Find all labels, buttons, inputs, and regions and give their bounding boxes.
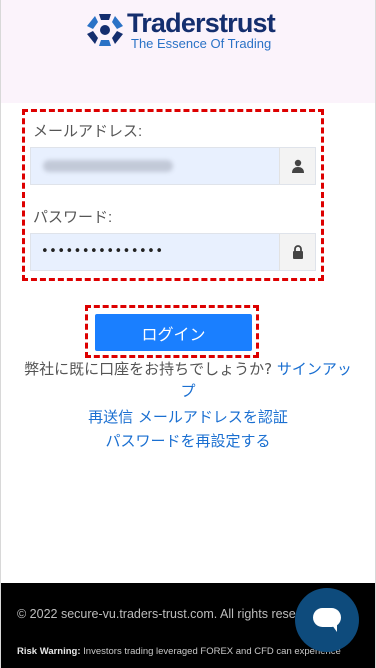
lock-icon <box>279 234 315 270</box>
resend-verification-link[interactable]: 再送信 メールアドレスを認証 <box>88 408 288 426</box>
brand-tagline: The Essence Of Trading <box>131 36 272 51</box>
resend-row: 再送信 メールアドレスを認証 <box>20 406 356 428</box>
signup-prompt: 弊社に既に口座をお持ちでしょうか? サインアップ <box>20 358 356 402</box>
password-field-group: ••••••••••••••• <box>30 233 316 271</box>
email-field[interactable] <box>31 148 279 184</box>
email-label: メールアドレス: <box>33 123 143 140</box>
login-button[interactable]: ログイン <box>95 314 252 351</box>
header: Traderstrust The Essence Of Trading <box>1 0 375 103</box>
user-icon <box>279 148 315 184</box>
logo: Traderstrust The Essence Of Trading <box>85 8 276 54</box>
risk-warning-text: Investors trading leveraged FOREX and CF… <box>80 646 341 657</box>
account-question: 弊社に既に口座をお持ちでしょうか? <box>24 360 273 378</box>
risk-warning-title: Risk Warning: <box>17 646 81 657</box>
chat-bubble-icon <box>313 608 341 632</box>
traderstrust-logo-mark-icon <box>87 14 123 46</box>
email-field-group <box>30 147 316 185</box>
password-field[interactable]: ••••••••••••••• <box>41 234 164 270</box>
reset-password-link[interactable]: パスワードを再設定する <box>105 432 270 450</box>
chat-button[interactable] <box>295 588 359 652</box>
copyright-text: © 2022 secure-vu.traders-trust.com. All … <box>17 607 296 621</box>
reset-row: パスワードを再設定する <box>20 430 356 452</box>
brand-name: Traderstrust <box>127 8 276 38</box>
password-label: パスワード: <box>33 209 113 226</box>
risk-warning: Risk Warning: Investors trading leverage… <box>17 646 341 657</box>
